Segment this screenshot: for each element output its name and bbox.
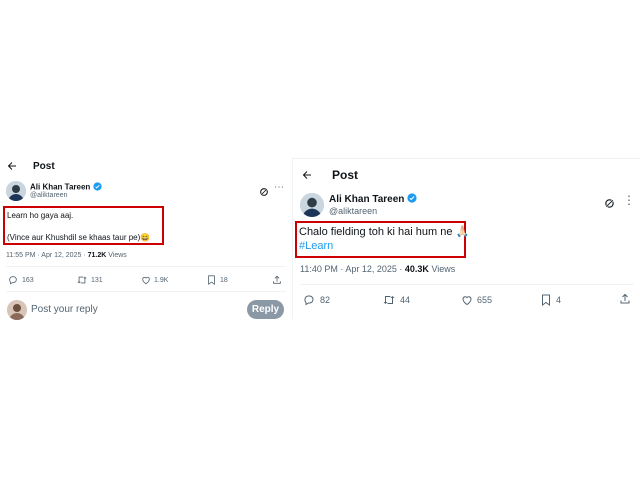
page-title: Post <box>332 168 359 182</box>
views-count: 40.3K <box>404 264 429 274</box>
reply-action[interactable]: 163 <box>8 275 34 285</box>
verified-badge-icon <box>407 193 417 206</box>
reply-input[interactable]: Post your reply <box>31 304 98 315</box>
grinning-emoji-icon: 😄 <box>140 233 151 242</box>
timestamp[interactable]: 11:40 PM · Apr 12, 2025 · <box>300 264 405 274</box>
bookmark-action[interactable]: 4 <box>541 294 561 306</box>
author-handle[interactable]: @aliktareen <box>329 206 377 216</box>
reply-count: 82 <box>320 295 331 305</box>
reply-avatar <box>7 300 27 320</box>
views-count: 71.2K <box>87 252 107 259</box>
bookmark-icon <box>541 294 551 306</box>
folded-hands-emoji-icon: 🙏🏻 <box>455 226 470 238</box>
bookmark-count: 4 <box>556 295 562 305</box>
like-count: 655 <box>477 295 493 305</box>
share-icon[interactable] <box>272 275 282 285</box>
tweet-text-line2: (Vince aur Khushdil se khaas taur pe)😄 <box>7 233 151 242</box>
bookmark-action[interactable]: 18 <box>207 275 228 285</box>
bookmark-count: 18 <box>220 276 228 284</box>
timestamp[interactable]: 11:55 PM · Apr 12, 2025 · <box>6 252 88 259</box>
reply-button[interactable]: Reply <box>247 300 284 319</box>
divider <box>6 266 286 267</box>
heart-icon <box>141 275 151 285</box>
tweet-text: Chalo fielding toh ki hai hum ne 🙏🏻 <box>299 226 470 238</box>
grok-icon[interactable] <box>604 196 615 214</box>
repost-icon <box>382 294 396 306</box>
repost-count: 44 <box>400 295 411 305</box>
avatar[interactable] <box>300 193 324 217</box>
tweet-text-line1: Learn ho gaya aaj. <box>7 211 74 220</box>
page-title: Post <box>33 161 55 172</box>
grok-icon[interactable] <box>259 184 269 202</box>
more-options-icon[interactable]: ⋮ <box>623 193 635 207</box>
reply-action[interactable]: 82 <box>303 294 330 306</box>
back-arrow-icon[interactable] <box>6 160 18 175</box>
author-handle[interactable]: @aliktareen <box>30 192 67 199</box>
heart-icon <box>461 294 473 306</box>
reply-icon <box>8 275 18 285</box>
reply-count: 163 <box>22 276 34 284</box>
left-post-screenshot: Post Ali Khan Tareen @aliktareen ⋯ Learn… <box>0 155 292 325</box>
repost-count: 131 <box>91 276 103 284</box>
share-icon[interactable] <box>619 293 631 305</box>
like-action[interactable]: 655 <box>461 294 492 306</box>
author-name[interactable]: Ali Khan Tareen <box>329 194 404 205</box>
reply-icon <box>303 294 315 306</box>
bookmark-icon <box>207 275 216 285</box>
repost-icon <box>76 275 88 285</box>
like-action[interactable]: 1.9K <box>141 275 168 285</box>
verified-badge-icon <box>92 182 102 193</box>
right-post-screenshot: Post Ali Khan Tareen @aliktareen ⋮ Chalo… <box>292 158 640 319</box>
hashtag-link[interactable]: #Learn <box>299 240 333 252</box>
tweet-meta: 11:40 PM · Apr 12, 2025 · 40.3K Views <box>300 264 456 274</box>
divider <box>300 284 634 285</box>
avatar[interactable] <box>6 181 26 201</box>
like-count: 1.9K <box>154 276 169 284</box>
repost-action[interactable]: 131 <box>76 275 103 285</box>
divider <box>6 291 286 292</box>
more-options-icon[interactable]: ⋯ <box>274 182 284 193</box>
back-arrow-icon[interactable] <box>301 168 313 186</box>
repost-action[interactable]: 44 <box>382 294 410 306</box>
author-name[interactable]: Ali Khan Tareen <box>30 183 90 192</box>
tweet-meta: 11:55 PM · Apr 12, 2025 · 71.2K Views <box>6 252 127 259</box>
